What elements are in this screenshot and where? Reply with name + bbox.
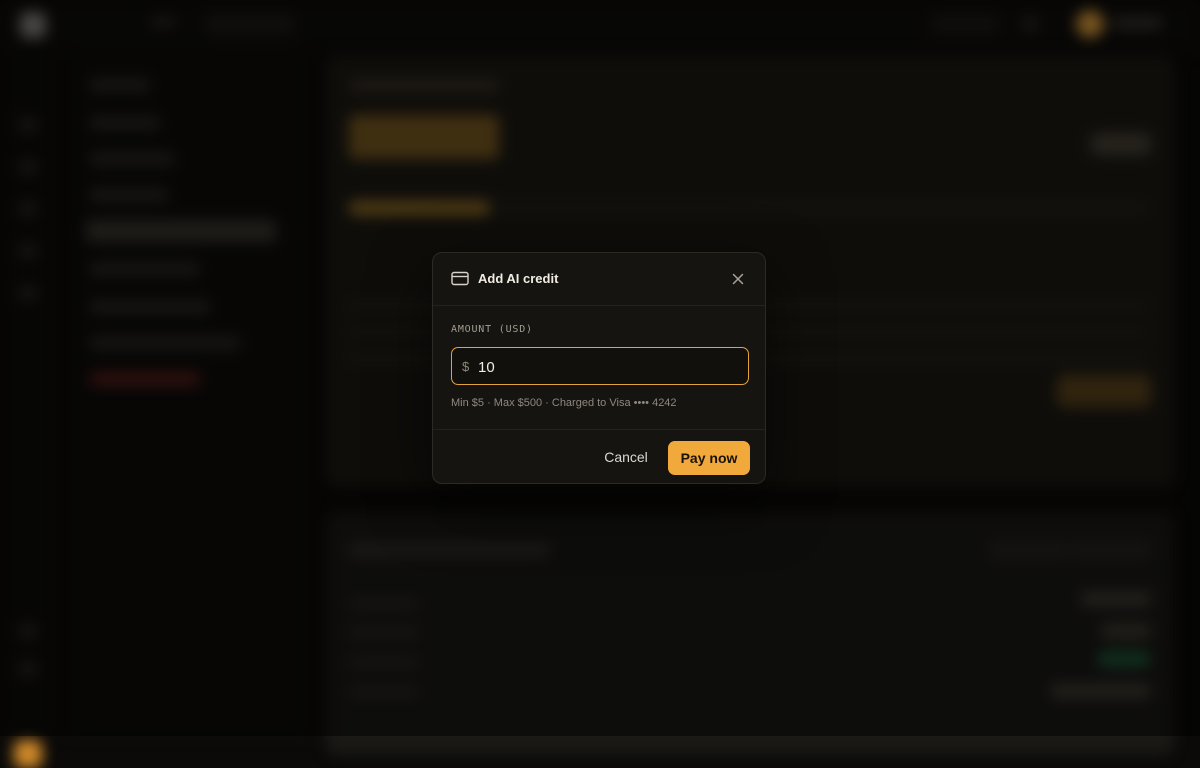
- pay-now-button[interactable]: Pay now: [668, 441, 750, 475]
- close-icon[interactable]: [729, 270, 747, 288]
- dialog-header: Add AI credit: [433, 253, 765, 306]
- cancel-button[interactable]: Cancel: [595, 441, 657, 473]
- dialog-title: Add AI credit: [478, 271, 559, 286]
- amount-hint: Min $5 · Max $500 · Charged to Visa ••••…: [451, 397, 677, 409]
- currency-symbol: $: [462, 359, 470, 374]
- credit-card-icon: [451, 271, 469, 286]
- amount-input[interactable]: [476, 348, 740, 386]
- dialog-footer: Cancel Pay now: [433, 429, 765, 486]
- rail-accent-icon[interactable]: [14, 740, 42, 768]
- amount-field[interactable]: $: [451, 347, 749, 386]
- amount-label: AMOUNT (USD): [451, 324, 533, 335]
- add-credit-dialog: Add AI credit AMOUNT (USD) $ Min $5 · Ma…: [432, 252, 766, 484]
